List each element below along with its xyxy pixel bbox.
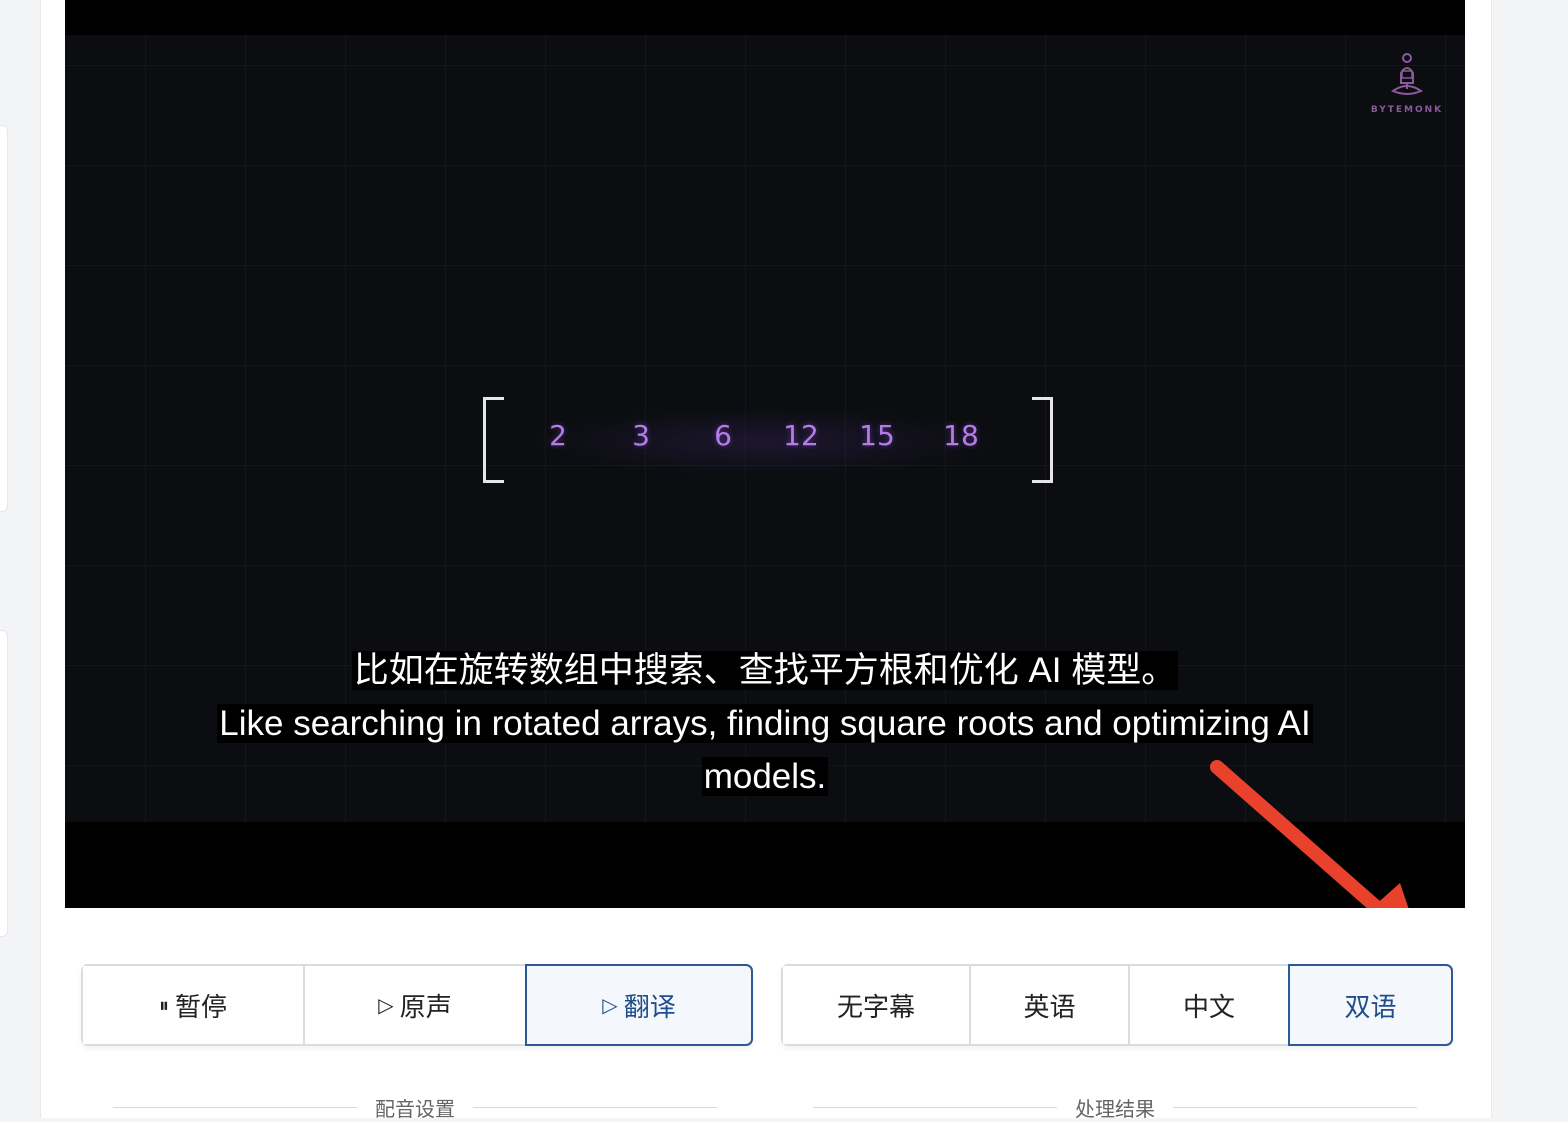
array-value: 6 (714, 419, 732, 452)
array-value: 2 (549, 419, 567, 452)
divider (1173, 1106, 1417, 1108)
array-value: 15 (859, 419, 895, 452)
left-card-edge (0, 630, 8, 937)
play-icon: ▷ (378, 993, 394, 1017)
video-frame: BYTEMONK 2 3 6 12 15 18 比如在旋转数组中搜索、查找平方根… (65, 35, 1465, 822)
left-card-edge (0, 125, 8, 512)
pause-icon: ⏸ (158, 993, 169, 1017)
subtitle-none-button[interactable]: 无字幕 (783, 966, 971, 1044)
pause-button[interactable]: ⏸ 暂停 (83, 966, 305, 1044)
array-visual: 2 3 6 12 15 18 (483, 397, 1053, 483)
array-value: 12 (783, 419, 819, 452)
array-value: 18 (943, 419, 979, 452)
play-icon: ▷ (602, 993, 618, 1017)
subtitle-en-line1: Like searching in rotated arrays, findin… (217, 704, 1313, 743)
channel-logo: BYTEMONK (1369, 51, 1445, 115)
left-bracket (483, 397, 504, 483)
subtitle-en-line2: models. (701, 757, 829, 796)
translated-audio-button[interactable]: ▷ 翻译 (525, 964, 753, 1046)
subtitle-english-button[interactable]: 英语 (971, 966, 1130, 1044)
logo-text: BYTEMONK (1370, 105, 1444, 115)
divider (813, 1106, 1057, 1108)
subtitle-bilingual-button[interactable]: 双语 (1288, 964, 1453, 1046)
red-arrow-annotation (1210, 760, 1409, 908)
original-audio-button[interactable]: ▷ 原声 (305, 966, 527, 1044)
right-bracket (1032, 397, 1053, 483)
array-value: 3 (632, 419, 650, 452)
subtitle-zh: 比如在旋转数组中搜索、查找平方根和优化 AI 模型。 (351, 651, 1179, 690)
subtitle-chinese-button[interactable]: 中文 (1130, 966, 1290, 1044)
video-player[interactable]: BYTEMONK 2 3 6 12 15 18 比如在旋转数组中搜索、查找平方根… (65, 0, 1465, 908)
section-title: 配音设置 (375, 1096, 455, 1121)
monk-logo-icon (1390, 53, 1424, 95)
divider (113, 1106, 357, 1108)
array-glow (523, 407, 1003, 477)
playback-control-group: ⏸ 暂停 ▷ 原声 ▷ 翻译 (81, 964, 753, 1046)
subtitle-mode-group: 无字幕 英语 中文 双语 (781, 964, 1453, 1046)
divider (473, 1106, 717, 1108)
section-title: 处理结果 (1075, 1096, 1155, 1121)
